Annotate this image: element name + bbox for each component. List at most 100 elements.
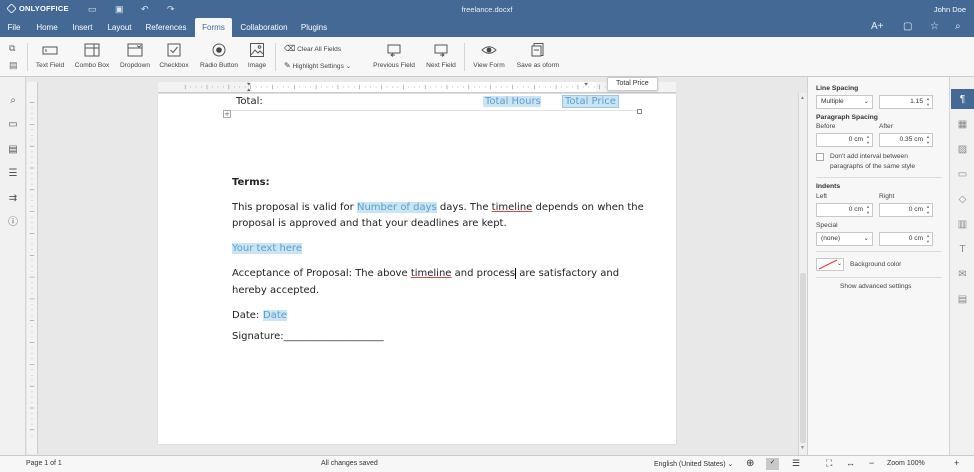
fit-page-icon[interactable]: ⛶ <box>826 458 832 469</box>
paragraph-settings-panel: Line Spacing Multiple ⌄ 1.15 ▲ ▼ Paragrap… <box>807 77 949 455</box>
indent-right-input[interactable]: 0 cm ▲ ▼ <box>879 203 933 217</box>
paragraph-icon[interactable]: ¶ <box>957 94 968 105</box>
user-name[interactable]: John Doe <box>934 5 966 14</box>
special-indent-select[interactable]: (none) ⌄ <box>816 232 873 246</box>
header-footer-icon[interactable]: ▭ <box>957 169 968 180</box>
view-form-button[interactable]: View Form <box>470 42 508 69</box>
tab-plugins[interactable]: Plugins <box>297 18 331 37</box>
spin-arrows-icon[interactable]: ▲ ▼ <box>925 204 931 216</box>
highlight-pen-icon: ✎ <box>284 61 291 70</box>
image-settings-icon[interactable]: ▨ <box>957 144 968 155</box>
tab-file[interactable]: File <box>4 18 24 37</box>
highlight-settings-button[interactable]: ✎ Highlight Settings ⌄ <box>284 61 351 70</box>
scroll-down-icon[interactable]: ▼ <box>800 445 805 451</box>
total-price-field[interactable]: Total Price <box>562 95 619 108</box>
tab-insert[interactable]: Insert <box>69 18 96 37</box>
dont-add-interval-checkbox[interactable] <box>816 153 824 161</box>
search-icon[interactable]: ⌕ <box>955 21 961 32</box>
text-art-icon[interactable]: T <box>957 244 968 255</box>
about-info-icon[interactable]: ⓘ <box>7 217 19 229</box>
spin-arrows-icon[interactable]: ▲ ▼ <box>925 96 931 108</box>
scrollbar-thumb[interactable] <box>800 273 806 443</box>
paste-icon[interactable]: ▤ <box>9 60 18 71</box>
right-sidebar: ¶ ▦ ▨ ▭ ◇ ▥ T ✉ ▤ <box>949 77 974 455</box>
image-icon <box>250 43 264 57</box>
fit-width-icon[interactable]: ↔ <box>846 458 855 468</box>
spellcheck-icon[interactable]: ✓ <box>766 458 779 470</box>
radio-button-button[interactable]: Radio Button <box>197 42 241 69</box>
save-as-oform-icon <box>531 43 544 57</box>
indent-left-value: 0 cm <box>848 206 863 213</box>
spellcheck-word: timeline <box>410 268 452 279</box>
open-location-icon[interactable]: ▢ <box>903 21 912 32</box>
previous-field-button[interactable]: Previous Field <box>370 42 418 69</box>
table-move-handle-icon[interactable]: + <box>223 110 231 118</box>
mail-merge-icon[interactable]: ✉ <box>957 269 968 280</box>
image-button[interactable]: Image <box>245 42 269 69</box>
text-field-button[interactable]: Text Field <box>33 42 67 69</box>
next-field-button[interactable]: Next Field <box>423 42 459 69</box>
line-spacing-value-input[interactable]: 1.15 ▲ ▼ <box>879 95 933 109</box>
share-user-icon[interactable]: A+ <box>871 21 884 32</box>
zoom-level[interactable]: Zoom 100% <box>887 460 925 467</box>
line-spacing-value: 1.15 <box>910 98 923 105</box>
zoom-out-icon[interactable]: − <box>869 458 874 468</box>
image-label: Image <box>247 62 267 69</box>
document-page[interactable]: Total: Total Hours Total Price + Terms: … <box>158 94 676 444</box>
zoom-in-icon[interactable]: + <box>954 458 959 468</box>
special-indent-value-input[interactable]: 0 cm ▲ ▼ <box>879 232 933 246</box>
table-settings-icon[interactable]: ▦ <box>957 119 968 130</box>
tab-forms[interactable]: Forms <box>195 18 232 37</box>
spacing-after-input[interactable]: 0.35 cm ▲ ▼ <box>879 133 933 147</box>
plugin-icon[interactable]: ⇉ <box>7 193 19 205</box>
spin-arrows-icon[interactable]: ▲ ▼ <box>865 134 871 146</box>
spin-arrows-icon[interactable]: ▲ ▼ <box>925 134 931 146</box>
scroll-up-icon[interactable]: ▲ <box>800 95 805 101</box>
comments-icon[interactable]: ▭ <box>7 119 19 131</box>
chat-icon[interactable]: ▤ <box>7 144 19 156</box>
shape-settings-icon[interactable]: ◇ <box>957 194 968 205</box>
horizontal-ruler[interactable] <box>158 82 676 93</box>
clear-all-fields-button[interactable]: ⌫ Clear All Fields <box>284 44 341 53</box>
search-icon[interactable]: ⌕ <box>7 95 19 107</box>
your-text-field[interactable]: Your text here <box>232 243 302 254</box>
form-settings-icon[interactable]: ▤ <box>957 294 968 305</box>
language-selector[interactable]: English (United States) ⌄ <box>654 460 733 468</box>
language-value: English (United States) <box>654 461 726 468</box>
total-hours-field[interactable]: Total Hours <box>483 96 541 107</box>
spacing-before-input[interactable]: 0 cm ▲ ▼ <box>816 133 873 147</box>
forms-toolbar: ⧉ ▤ Text Field Combo Box Dropdown Checkb… <box>0 37 974 77</box>
vertical-ruler[interactable] <box>27 82 38 454</box>
table-resize-handle[interactable] <box>637 109 642 114</box>
globe-icon[interactable]: ⊕ <box>746 458 754 469</box>
terms-text: This proposal is valid for <box>232 202 357 213</box>
tab-home[interactable]: Home <box>33 18 61 37</box>
copy-icon[interactable]: ⧉ <box>9 43 15 54</box>
spin-arrows-icon[interactable]: ▲ ▼ <box>925 233 931 245</box>
save-as-oform-button[interactable]: Save as oform <box>512 42 564 69</box>
acceptance-text: and process <box>451 268 516 279</box>
dropdown-button[interactable]: Dropdown <box>117 42 153 69</box>
indent-left-label: Left <box>816 193 827 200</box>
tab-layout[interactable]: Layout <box>105 18 134 37</box>
tab-collaboration[interactable]: Collaboration <box>237 18 291 37</box>
number-of-days-field[interactable]: Number of days <box>356 202 437 213</box>
favorite-star-icon[interactable]: ☆ <box>930 21 939 32</box>
combo-box-button[interactable]: Combo Box <box>72 42 112 69</box>
chart-settings-icon[interactable]: ▥ <box>957 219 968 230</box>
show-advanced-settings-link[interactable]: Show advanced settings <box>840 283 911 290</box>
line-spacing-mode-select[interactable]: Multiple ⌄ <box>816 95 873 109</box>
date-field[interactable]: Date <box>263 310 287 321</box>
spin-arrows-icon[interactable]: ▲ ▼ <box>865 204 871 216</box>
before-label: Before <box>816 123 836 130</box>
checkbox-button[interactable]: Checkbox <box>157 42 191 69</box>
background-color-picker[interactable]: ⌄ <box>816 258 844 271</box>
indent-left-input[interactable]: 0 cm ▲ ▼ <box>816 203 873 217</box>
navigation-icon[interactable]: ☰ <box>7 168 19 180</box>
tab-references[interactable]: References <box>142 18 190 37</box>
page-counter[interactable]: Page 1 of 1 <box>26 460 62 467</box>
chevron-down-icon: ⌄ <box>727 461 734 468</box>
vertical-scrollbar[interactable]: ▲ ▼ <box>798 93 807 455</box>
text-field-icon <box>42 46 58 55</box>
track-changes-icon[interactable]: ☰ <box>792 458 800 469</box>
